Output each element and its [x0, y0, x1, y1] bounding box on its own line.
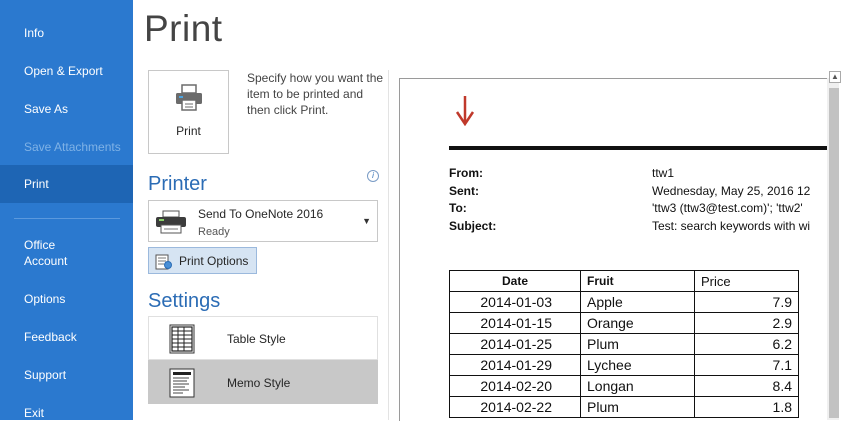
backstage-nav: Info Open & Export Save As Save Attachme… [0, 0, 133, 420]
cell-date: 2014-02-22 [449, 396, 581, 418]
chevron-down-icon: ▼ [362, 216, 371, 226]
cell-price: 8.4 [694, 375, 799, 397]
cell-date: 2014-01-03 [449, 291, 581, 313]
table-row: 2014-02-20 Longan 8.4 [449, 375, 799, 397]
sent-value: Wednesday, May 25, 2016 12 [652, 184, 811, 198]
page-title: Print [144, 8, 223, 49]
cell-fruit: Longan [580, 375, 695, 397]
table-style-label: Table Style [227, 332, 286, 346]
print-button-label: Print [176, 124, 201, 138]
nav-item-exit[interactable]: Exit [0, 405, 133, 421]
cell-fruit: Plum [580, 333, 695, 355]
settings-heading: Settings [148, 290, 221, 312]
cell-fruit: Orange [580, 312, 695, 334]
nav-item-print[interactable]: Print [0, 165, 133, 203]
column-header-price: Price [694, 270, 799, 292]
printer-dropdown[interactable]: Send To OneNote 2016 Ready ▼ [148, 200, 378, 242]
preview-data-table: Date Fruit Price 2014-01-03 Apple 7.9 20… [449, 270, 799, 418]
cell-price: 6.2 [694, 333, 799, 355]
cell-price: 1.8 [694, 396, 799, 418]
cell-date: 2014-02-20 [449, 375, 581, 397]
window-edge [846, 0, 854, 420]
to-value: 'ttw3 (ttw3@test.com)'; 'ttw2' [652, 201, 803, 215]
nav-item-feedback[interactable]: Feedback [0, 329, 133, 345]
preview-scrollbar-thumb[interactable] [829, 88, 839, 418]
column-header-date: Date [449, 270, 581, 292]
nav-item-office-account[interactable]: Office Account [0, 237, 133, 269]
printer-icon [174, 84, 204, 117]
cell-fruit: Lychee [580, 354, 695, 376]
cell-price: 7.9 [694, 291, 799, 313]
panel-divider [388, 70, 389, 420]
print-button[interactable]: Print [148, 70, 229, 154]
memo-style-label: Memo Style [227, 376, 291, 390]
printer-status: Ready [198, 226, 230, 238]
table-row: 2014-01-15 Orange 2.9 [449, 312, 799, 334]
print-options-button[interactable]: Print Options [148, 247, 257, 274]
nav-item-save-attachments: Save Attachments [24, 140, 121, 154]
info-icon[interactable]: i [367, 170, 379, 182]
table-style-icon [169, 324, 195, 359]
from-value: ttw1 [652, 166, 675, 180]
red-down-arrow-icon [455, 96, 475, 131]
table-row: 2014-02-22 Plum 1.8 [449, 396, 799, 418]
table-row: 2014-01-25 Plum 6.2 [449, 333, 799, 355]
memo-style-icon [169, 368, 195, 403]
print-options-icon [155, 254, 173, 275]
to-label: To: [449, 201, 467, 215]
nav-item-info[interactable]: Info [0, 25, 133, 41]
print-options-label: Print Options [179, 254, 249, 268]
cell-fruit: Apple [580, 291, 695, 313]
column-header-fruit: Fruit [580, 270, 695, 292]
printer-heading: Printer [148, 173, 207, 195]
printer-device-icon [154, 210, 188, 239]
cell-date: 2014-01-15 [449, 312, 581, 334]
table-row: 2014-01-03 Apple 7.9 [449, 291, 799, 313]
cell-date: 2014-01-29 [449, 354, 581, 376]
nav-item-open-export[interactable]: Open & Export [0, 63, 133, 79]
subject-label: Subject: [449, 219, 497, 233]
memo-header-rule [449, 146, 827, 150]
cell-price: 7.1 [694, 354, 799, 376]
table-row: 2014-01-29 Lychee 7.1 [449, 354, 799, 376]
printer-name: Send To OneNote 2016 [198, 207, 324, 221]
memo-style-option[interactable]: Memo Style [148, 360, 378, 404]
cell-fruit: Plum [580, 396, 695, 418]
print-description: Specify how you want the item to be prin… [247, 71, 384, 117]
from-label: From: [449, 166, 483, 180]
table-style-option[interactable]: Table Style [148, 316, 378, 360]
sent-label: Sent: [449, 184, 479, 198]
table-header-row: Date Fruit Price [449, 270, 799, 292]
nav-item-support[interactable]: Support [0, 367, 133, 383]
nav-item-save-as[interactable]: Save As [0, 101, 133, 117]
nav-separator [14, 218, 120, 219]
subject-value: Test: search keywords with wi [652, 219, 811, 233]
nav-item-options[interactable]: Options [0, 291, 133, 307]
scroll-up-icon[interactable]: ▲ [829, 71, 841, 83]
cell-date: 2014-01-25 [449, 333, 581, 355]
cell-price: 2.9 [694, 312, 799, 334]
